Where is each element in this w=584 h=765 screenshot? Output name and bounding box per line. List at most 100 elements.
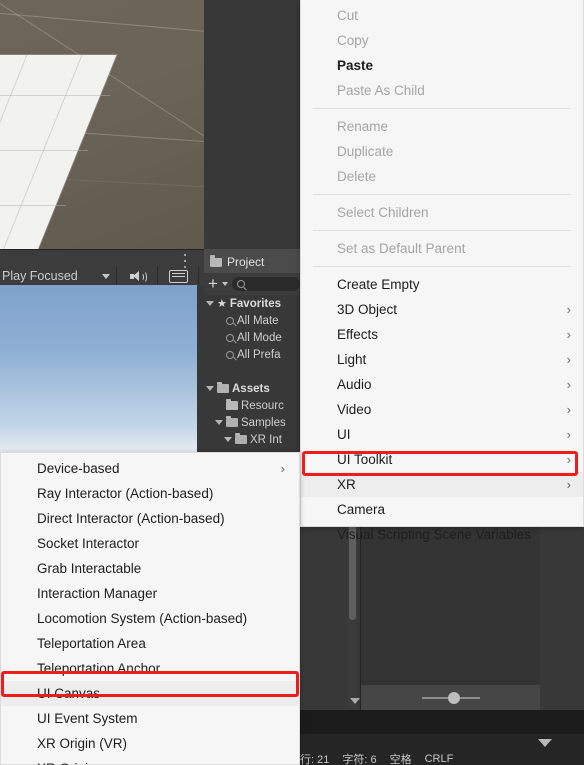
- project-tree-item[interactable]: Assets: [204, 380, 304, 397]
- zoom-slider[interactable]: [422, 692, 480, 704]
- status-line: 行: 21: [300, 753, 330, 765]
- twisty-icon[interactable]: [206, 301, 214, 306]
- submenu-item-teleportation-area[interactable]: Teleportation Area: [1, 631, 299, 656]
- project-tree-item[interactable]: Samples: [204, 414, 304, 431]
- menu-item-label: Delete: [337, 169, 377, 184]
- submenu-item-ray-interactor-action-based[interactable]: Ray Interactor (Action-based): [1, 481, 299, 506]
- submenu-item-xr-origin[interactable]: XR Origin: [1, 756, 299, 765]
- menu-item-select-children: Select Children: [301, 200, 583, 225]
- game-view-scrollbar[interactable]: [197, 285, 204, 453]
- status-indent[interactable]: 空格: [390, 751, 412, 765]
- menu-item-label: Create Empty: [337, 277, 420, 292]
- menu-item-video[interactable]: Video ›: [301, 397, 583, 422]
- menu-item-audio[interactable]: Audio ›: [301, 372, 583, 397]
- menu-item-copy: Copy: [301, 28, 583, 53]
- chevron-down-icon[interactable]: [349, 698, 360, 704]
- project-tree-item-label: All Prefa: [237, 348, 281, 361]
- menu-item-paste[interactable]: Paste: [301, 53, 583, 78]
- project-tree-item[interactable]: ★ Favorites: [204, 295, 304, 312]
- project-tree-item[interactable]: All Prefa: [204, 346, 304, 363]
- menu-item-label: Copy: [337, 33, 369, 48]
- menu-item-paste-as-child: Paste As Child: [301, 78, 583, 103]
- chevron-right-icon: ›: [566, 352, 571, 367]
- menu-item-label: Visual Scripting Scene Variables: [337, 527, 531, 542]
- panel-vertical-scrollbar[interactable]: [348, 520, 360, 708]
- menu-item-label: Light: [337, 352, 367, 367]
- chevron-down-icon[interactable]: [221, 282, 228, 286]
- submenu-item-socket-interactor[interactable]: Socket Interactor: [1, 531, 299, 556]
- project-tree-item[interactable]: All Mate: [204, 312, 304, 329]
- submenu-item-ui-event-system[interactable]: UI Event System: [1, 706, 299, 731]
- submenu-item-ui-canvas[interactable]: UI Canvas: [1, 681, 299, 706]
- project-tree-item-label: All Mode: [237, 331, 282, 344]
- scene-viewport[interactable]: [0, 0, 204, 249]
- project-tree-item[interactable]: All Mode: [204, 329, 304, 346]
- submenu-item-label: XR Origin (VR): [37, 736, 128, 751]
- menu-item-ui-toolkit[interactable]: UI Toolkit ›: [301, 447, 583, 472]
- menu-item-duplicate: Duplicate: [301, 139, 583, 164]
- menu-item-label: XR: [337, 477, 356, 492]
- menu-item-effects[interactable]: Effects ›: [301, 322, 583, 347]
- project-tree-item[interactable]: Resourc: [204, 397, 304, 414]
- submenu-item-grab-interactable[interactable]: Grab Interactable: [1, 556, 299, 581]
- chevron-right-icon: ›: [566, 377, 571, 392]
- menu-item-label: Cut: [337, 8, 359, 23]
- menu-item-label: Set as Default Parent: [337, 241, 466, 256]
- play-mode-dropdown[interactable]: Play Focused: [0, 266, 117, 286]
- game-viewport[interactable]: [0, 285, 197, 453]
- menu-item-xr[interactable]: XR ›: [301, 472, 583, 497]
- submenu-item-direct-interactor-action-based[interactable]: Direct Interactor (Action-based): [1, 506, 299, 531]
- chevron-right-icon: ›: [566, 327, 571, 342]
- menu-item-label: Paste As Child: [337, 83, 425, 98]
- menu-item-label: Effects: [337, 327, 379, 342]
- zoom-slider-handle[interactable]: [448, 692, 460, 704]
- menu-item-visual-scripting-scene-variables[interactable]: Visual Scripting Scene Variables: [301, 522, 583, 547]
- submenu-item-label: Interaction Manager: [37, 586, 158, 601]
- submenu-item-locomotion-system-action-based[interactable]: Locomotion System (Action-based): [1, 606, 299, 631]
- menu-separator: [313, 194, 571, 195]
- menu-item-label: 3D Object: [337, 302, 398, 317]
- menu-item-label: Rename: [337, 119, 389, 134]
- submenu-item-device-based[interactable]: Device-based ›: [1, 456, 299, 481]
- project-tree-item[interactable]: XR Int: [204, 431, 304, 448]
- menu-item-camera[interactable]: Camera: [301, 497, 583, 522]
- menu-item-label: Select Children: [337, 205, 429, 220]
- status-dropdown[interactable]: [300, 734, 560, 752]
- search-input[interactable]: [231, 277, 300, 291]
- menu-item-ui[interactable]: UI ›: [301, 422, 583, 447]
- submenu-item-interaction-manager[interactable]: Interaction Manager: [1, 581, 299, 606]
- folder-icon: [210, 255, 222, 267]
- submenu-item-label: Teleportation Anchor: [37, 661, 161, 676]
- keyboard-input-button[interactable]: [158, 266, 199, 286]
- twisty-icon[interactable]: [215, 420, 223, 425]
- menu-item-3d-object[interactable]: 3D Object ›: [301, 297, 583, 322]
- folder-open-icon: [217, 381, 229, 393]
- status-eol[interactable]: CRLF: [425, 753, 454, 765]
- submenu-item-teleportation-anchor[interactable]: Teleportation Anchor: [1, 656, 299, 681]
- star-icon: ★: [217, 298, 227, 310]
- folder-open-icon: [235, 432, 247, 444]
- menu-item-create-empty[interactable]: Create Empty: [301, 272, 583, 297]
- menu-item-light[interactable]: Light ›: [301, 347, 583, 372]
- menu-item-label: UI Toolkit: [337, 452, 393, 467]
- chevron-down-icon: [102, 273, 110, 279]
- submenu-item-label: Ray Interactor (Action-based): [37, 486, 214, 501]
- project-tree-item[interactable]: [204, 363, 304, 380]
- submenu-item-label: Device-based: [37, 461, 120, 476]
- hierarchy-context-menu: Cut Copy Paste Paste As Child Rename Duplicat…: [300, 0, 584, 542]
- submenu-item-label: Direct Interactor (Action-based): [37, 511, 225, 526]
- folder-open-icon: [226, 415, 238, 427]
- project-toolbar: +: [204, 273, 304, 295]
- chevron-right-icon: ›: [566, 302, 571, 317]
- mute-audio-button[interactable]: [117, 266, 158, 286]
- menu-item-label: Paste: [337, 58, 374, 73]
- tab-project[interactable]: Project: [204, 249, 304, 273]
- add-asset-button[interactable]: +: [208, 275, 218, 292]
- menu-separator: [313, 108, 571, 109]
- project-tree-item-label: All Mate: [237, 314, 279, 327]
- twisty-icon[interactable]: [206, 386, 214, 391]
- project-tree-item-label: Samples: [241, 416, 286, 429]
- twisty-icon[interactable]: [224, 437, 232, 442]
- submenu-item-xr-origin-vr[interactable]: XR Origin (VR): [1, 731, 299, 756]
- editor-status-strip: [300, 710, 584, 734]
